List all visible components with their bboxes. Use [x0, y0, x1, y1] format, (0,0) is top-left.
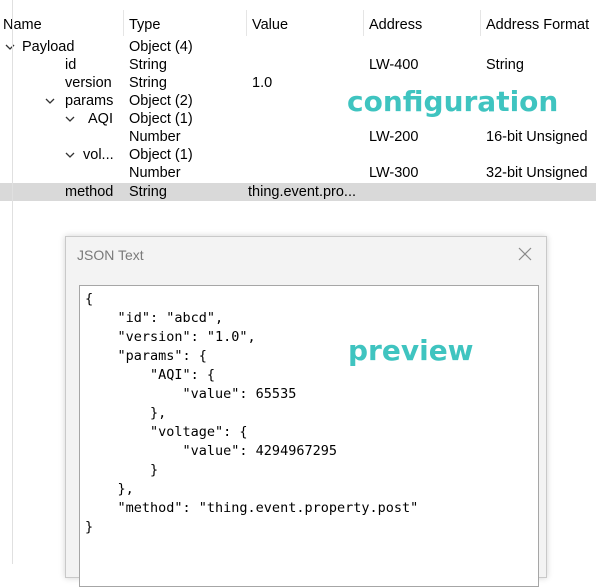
- row-format: 16-bit Unsigned: [486, 129, 588, 145]
- column-header-bar: Name Type Value Address Address Format: [0, 0, 596, 36]
- json-text-area[interactable]: { "id": "abcd", "version": "1.0", "param…: [79, 285, 539, 587]
- row-type: String: [129, 57, 167, 73]
- row-name: params: [65, 93, 114, 109]
- column-header-address[interactable]: Address: [369, 17, 422, 33]
- chevron-down-icon[interactable]: [64, 146, 78, 164]
- column-header-value[interactable]: Value: [252, 17, 288, 33]
- dialog-title: JSON Text: [77, 247, 144, 263]
- column-divider[interactable]: [123, 10, 124, 36]
- chevron-down-icon[interactable]: [44, 92, 58, 110]
- row-format: String: [486, 57, 524, 73]
- json-content: { "id": "abcd", "version": "1.0", "param…: [85, 291, 419, 535]
- chevron-down-icon[interactable]: [4, 38, 18, 56]
- close-icon[interactable]: [518, 245, 532, 266]
- tree-row-id[interactable]: id String LW-400 String: [0, 56, 596, 74]
- tree-row-voltage[interactable]: vol... Object (1): [0, 146, 596, 164]
- tree-row-method[interactable]: method String thing.event.pro...: [0, 183, 596, 201]
- json-text-dialog: JSON Text { "id": "abcd", "version": "1.…: [65, 236, 547, 587]
- row-type: Number: [129, 129, 181, 145]
- row-type: Object (1): [129, 147, 193, 163]
- preview-annotation: preview: [348, 334, 474, 367]
- row-address: LW-200: [369, 129, 419, 145]
- row-type: String: [129, 184, 167, 200]
- column-divider[interactable]: [480, 10, 481, 36]
- column-header-address-format[interactable]: Address Format: [486, 17, 589, 33]
- column-header-type[interactable]: Type: [129, 17, 160, 33]
- row-name: vol...: [83, 147, 114, 163]
- row-type: Object (4): [129, 39, 193, 55]
- row-type: Number: [129, 165, 181, 181]
- row-type: Object (2): [129, 93, 193, 109]
- column-header-name[interactable]: Name: [3, 17, 42, 33]
- tree-row-payload[interactable]: Payload Object (4): [0, 38, 596, 56]
- row-value: thing.event.pro...: [248, 184, 357, 200]
- row-format: 32-bit Unsigned: [486, 165, 588, 181]
- row-name: id: [65, 57, 77, 73]
- chevron-down-icon[interactable]: [64, 110, 78, 128]
- row-address: LW-400: [369, 57, 419, 73]
- tree-row-aqi-value[interactable]: Number LW-200 16-bit Unsigned: [0, 128, 596, 146]
- row-name: Payload: [22, 39, 75, 55]
- row-name: method: [65, 184, 114, 200]
- row-type: Object (1): [129, 111, 193, 127]
- column-divider[interactable]: [363, 10, 364, 36]
- panel-left-border: [12, 0, 13, 564]
- configuration-annotation: configuration: [347, 85, 559, 118]
- row-value: 1.0: [252, 75, 273, 91]
- row-name: version: [65, 75, 112, 91]
- column-divider[interactable]: [246, 10, 247, 36]
- tree-row-voltage-value[interactable]: Number LW-300 32-bit Unsigned: [0, 164, 596, 182]
- row-type: String: [129, 75, 167, 91]
- row-name: AQI: [88, 111, 113, 127]
- row-address: LW-300: [369, 165, 419, 181]
